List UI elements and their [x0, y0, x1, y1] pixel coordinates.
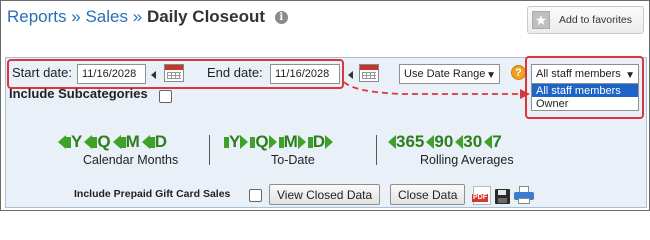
close-data-button[interactable]: Close Data [390, 184, 466, 205]
rolling-7-shortcut[interactable]: 7 [484, 132, 502, 152]
pdf-icon[interactable]: PDF [472, 186, 491, 205]
breadcrumb-reports-link[interactable]: Reports [7, 7, 67, 26]
help-icon[interactable]: ? [511, 65, 526, 80]
to-date-year-shortcut[interactable]: Y [224, 132, 249, 152]
calendar-months-shortcuts: Y Q M D [58, 132, 169, 152]
prepaid-gift-card-checkbox[interactable] [249, 189, 262, 202]
arrow-left-icon [141, 135, 150, 149]
calendar-months-label: Calendar Months [83, 153, 179, 167]
include-subcategories-label: Include Subcategories [9, 86, 148, 101]
group-divider [209, 135, 210, 165]
arrow-right-icon [325, 135, 334, 149]
star-icon: ★ [532, 11, 550, 29]
rolling-365-shortcut[interactable]: 365 [388, 132, 424, 152]
calendar-quarter-shortcut[interactable]: Q [84, 132, 111, 152]
include-subcategories-checkbox[interactable] [159, 90, 172, 103]
info-icon[interactable]: i [274, 11, 288, 24]
staff-select-highlight [525, 56, 644, 119]
calendar-day-shortcut[interactable]: D [141, 132, 167, 152]
to-date-month-shortcut[interactable]: M [278, 132, 306, 152]
rolling-averages-shortcuts: 365 90 30 7 [388, 132, 504, 152]
date-range-select-value: Use Date Range [404, 68, 486, 80]
arrow-right-icon [297, 135, 306, 149]
view-closed-data-button[interactable]: View Closed Data [269, 184, 381, 205]
breadcrumb: Reports » Sales » Daily Closeout i [7, 7, 288, 27]
arrow-left-icon [112, 135, 121, 149]
arrow-left-icon [58, 135, 66, 149]
breadcrumb-sales-link[interactable]: Sales [85, 7, 128, 26]
breadcrumb-separator: » [132, 7, 143, 26]
prepaid-gift-card-label: Include Prepaid Gift Card Sales [74, 188, 231, 200]
print-icon[interactable] [514, 186, 534, 204]
report-frame: Reports » Sales » Daily Closeout i ★ Add… [0, 0, 650, 211]
group-divider [376, 135, 377, 165]
page-title: Daily Closeout [146, 7, 266, 26]
arrow-left-icon [388, 135, 396, 149]
to-date-quarter-shortcut[interactable]: Q [250, 132, 277, 152]
arrow-right-icon [268, 135, 277, 149]
add-to-favorites-button[interactable]: ★ Add to favorites [527, 6, 644, 34]
rolling-averages-label: Rolling Averages [420, 153, 514, 167]
pointer-arrow [343, 81, 530, 99]
arrow-left-icon [84, 135, 93, 149]
arrow-left-icon [426, 135, 435, 149]
arrow-right-icon [240, 135, 249, 149]
to-date-shortcuts: Y Q M D [224, 132, 335, 152]
filter-panel: Start date: 11/16/2028 End date: 11/16/2… [5, 56, 647, 208]
date-range-highlight [7, 59, 344, 89]
to-date-day-shortcut[interactable]: D [307, 132, 334, 152]
calendar-year-shortcut[interactable]: Y [58, 132, 82, 152]
arrow-left-icon [484, 135, 493, 149]
rolling-30-shortcut[interactable]: 30 [455, 132, 482, 152]
end-date-prev-arrow-icon[interactable] [348, 71, 353, 79]
calendar-month-shortcut[interactable]: M [112, 132, 140, 152]
rolling-90-shortcut[interactable]: 90 [426, 132, 453, 152]
save-icon[interactable] [495, 189, 510, 204]
to-date-label: To-Date [271, 153, 315, 167]
arrow-left-icon [455, 135, 464, 149]
breadcrumb-separator: » [71, 7, 81, 26]
add-to-favorites-label: Add to favorites [559, 14, 632, 26]
